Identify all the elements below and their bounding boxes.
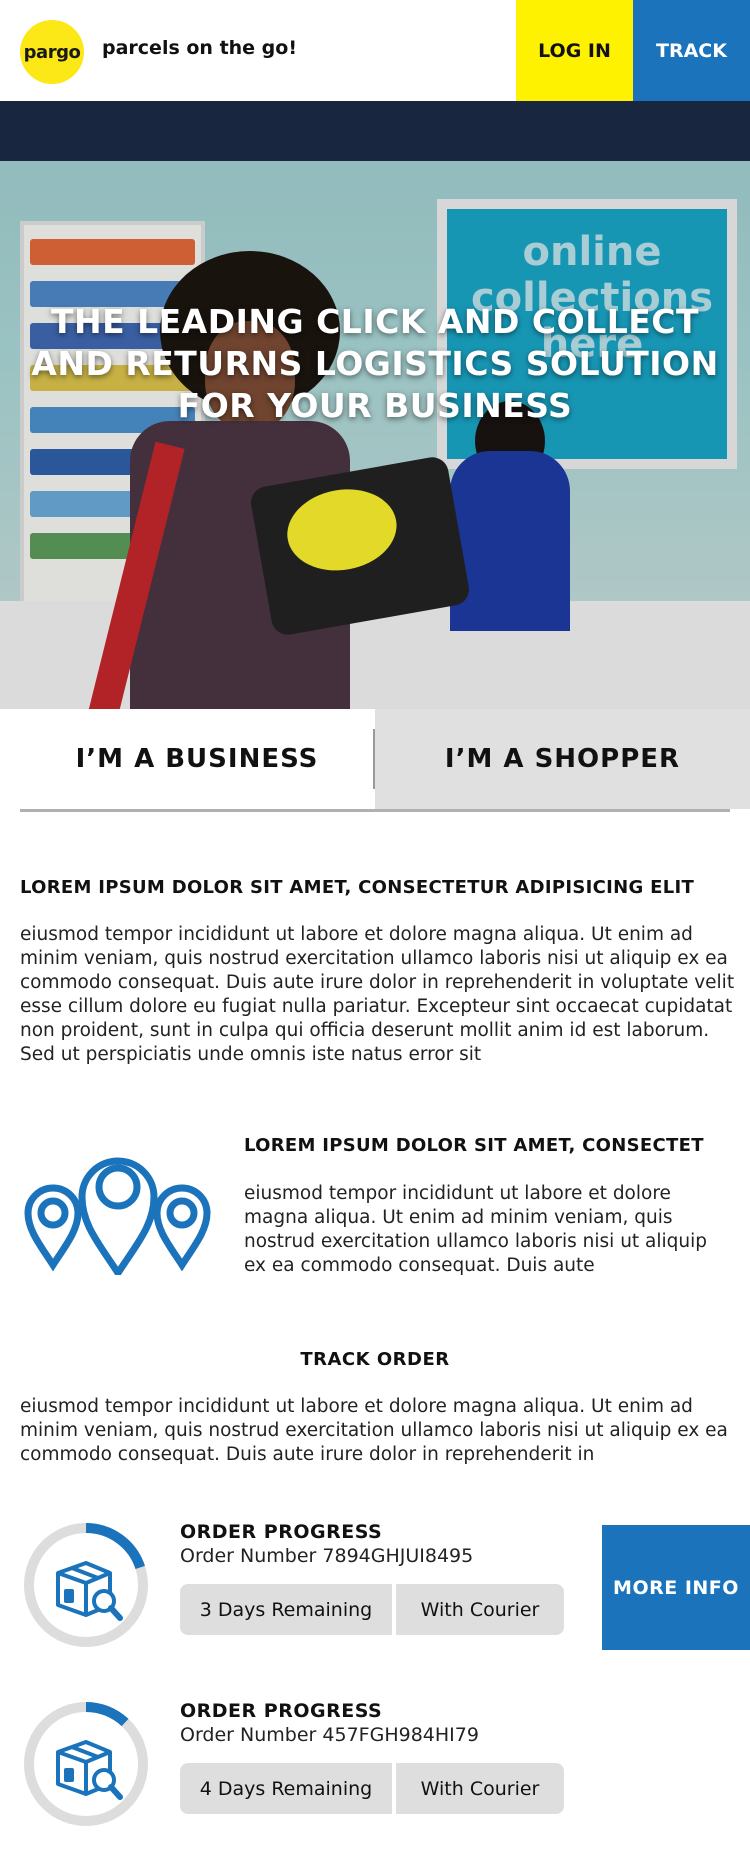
hero-title: THE LEADING CLICK AND COLLECT AND RETURN… [31,302,719,425]
order-number: Order Number 457FGH984HI79 [180,1724,479,1746]
logo-text: pargo [23,41,81,63]
track-order-body: eiusmod tempor incididunt ut labore et d… [20,1396,728,1465]
tagline: parcels on the go! [102,37,298,59]
track-order-heading: TRACK ORDER [300,1349,450,1370]
tab-underline [20,809,730,812]
order-card: ORDER PROGRESS Order Number 457FGH984HI7… [0,1700,750,1830]
order-number: Order Number 7894GHJUI8495 [180,1545,474,1567]
audience-tabs: I’M A BUSINESS I’M A SHOPPER [20,709,750,812]
tab-shopper[interactable]: I’M A SHOPPER [375,709,750,809]
parcel-search-icon [56,1561,123,1621]
login-button[interactable]: LOG IN [516,0,633,101]
order-progress-ring [24,1523,148,1647]
site-header: pargo parcels on the go! LOG IN TRACK [0,0,750,101]
section1-body: eiusmod tempor incididunt ut labore et d… [20,924,735,1065]
hero-banner: online collections here THE LEADING CLIC… [0,101,750,709]
pargo-logo[interactable]: pargo [20,20,84,84]
order-progress-title: ORDER PROGRESS [180,1700,383,1722]
status-badge: With Courier [396,1763,564,1814]
days-remaining-badge: 4 Days Remaining [180,1763,392,1814]
section2-body: eiusmod tempor incididunt ut labore et d… [244,1183,708,1276]
parcel-search-icon [56,1740,123,1800]
order-progress-ring [24,1702,148,1826]
track-button[interactable]: TRACK [633,0,750,101]
section2-heading: LOREM IPSUM DOLOR SIT AMET, CONSECTET [244,1135,704,1156]
order-progress-title: ORDER PROGRESS [180,1521,383,1543]
section1-heading: LOREM IPSUM DOLOR SIT AMET, CONSECTETUR … [20,877,695,898]
status-badge: With Courier [396,1584,564,1635]
location-pins-icon [20,1135,215,1280]
more-info-button[interactable]: MORE INFO [602,1525,750,1650]
tab-business[interactable]: I’M A BUSINESS [20,709,374,809]
days-remaining-badge: 3 Days Remaining [180,1584,392,1635]
